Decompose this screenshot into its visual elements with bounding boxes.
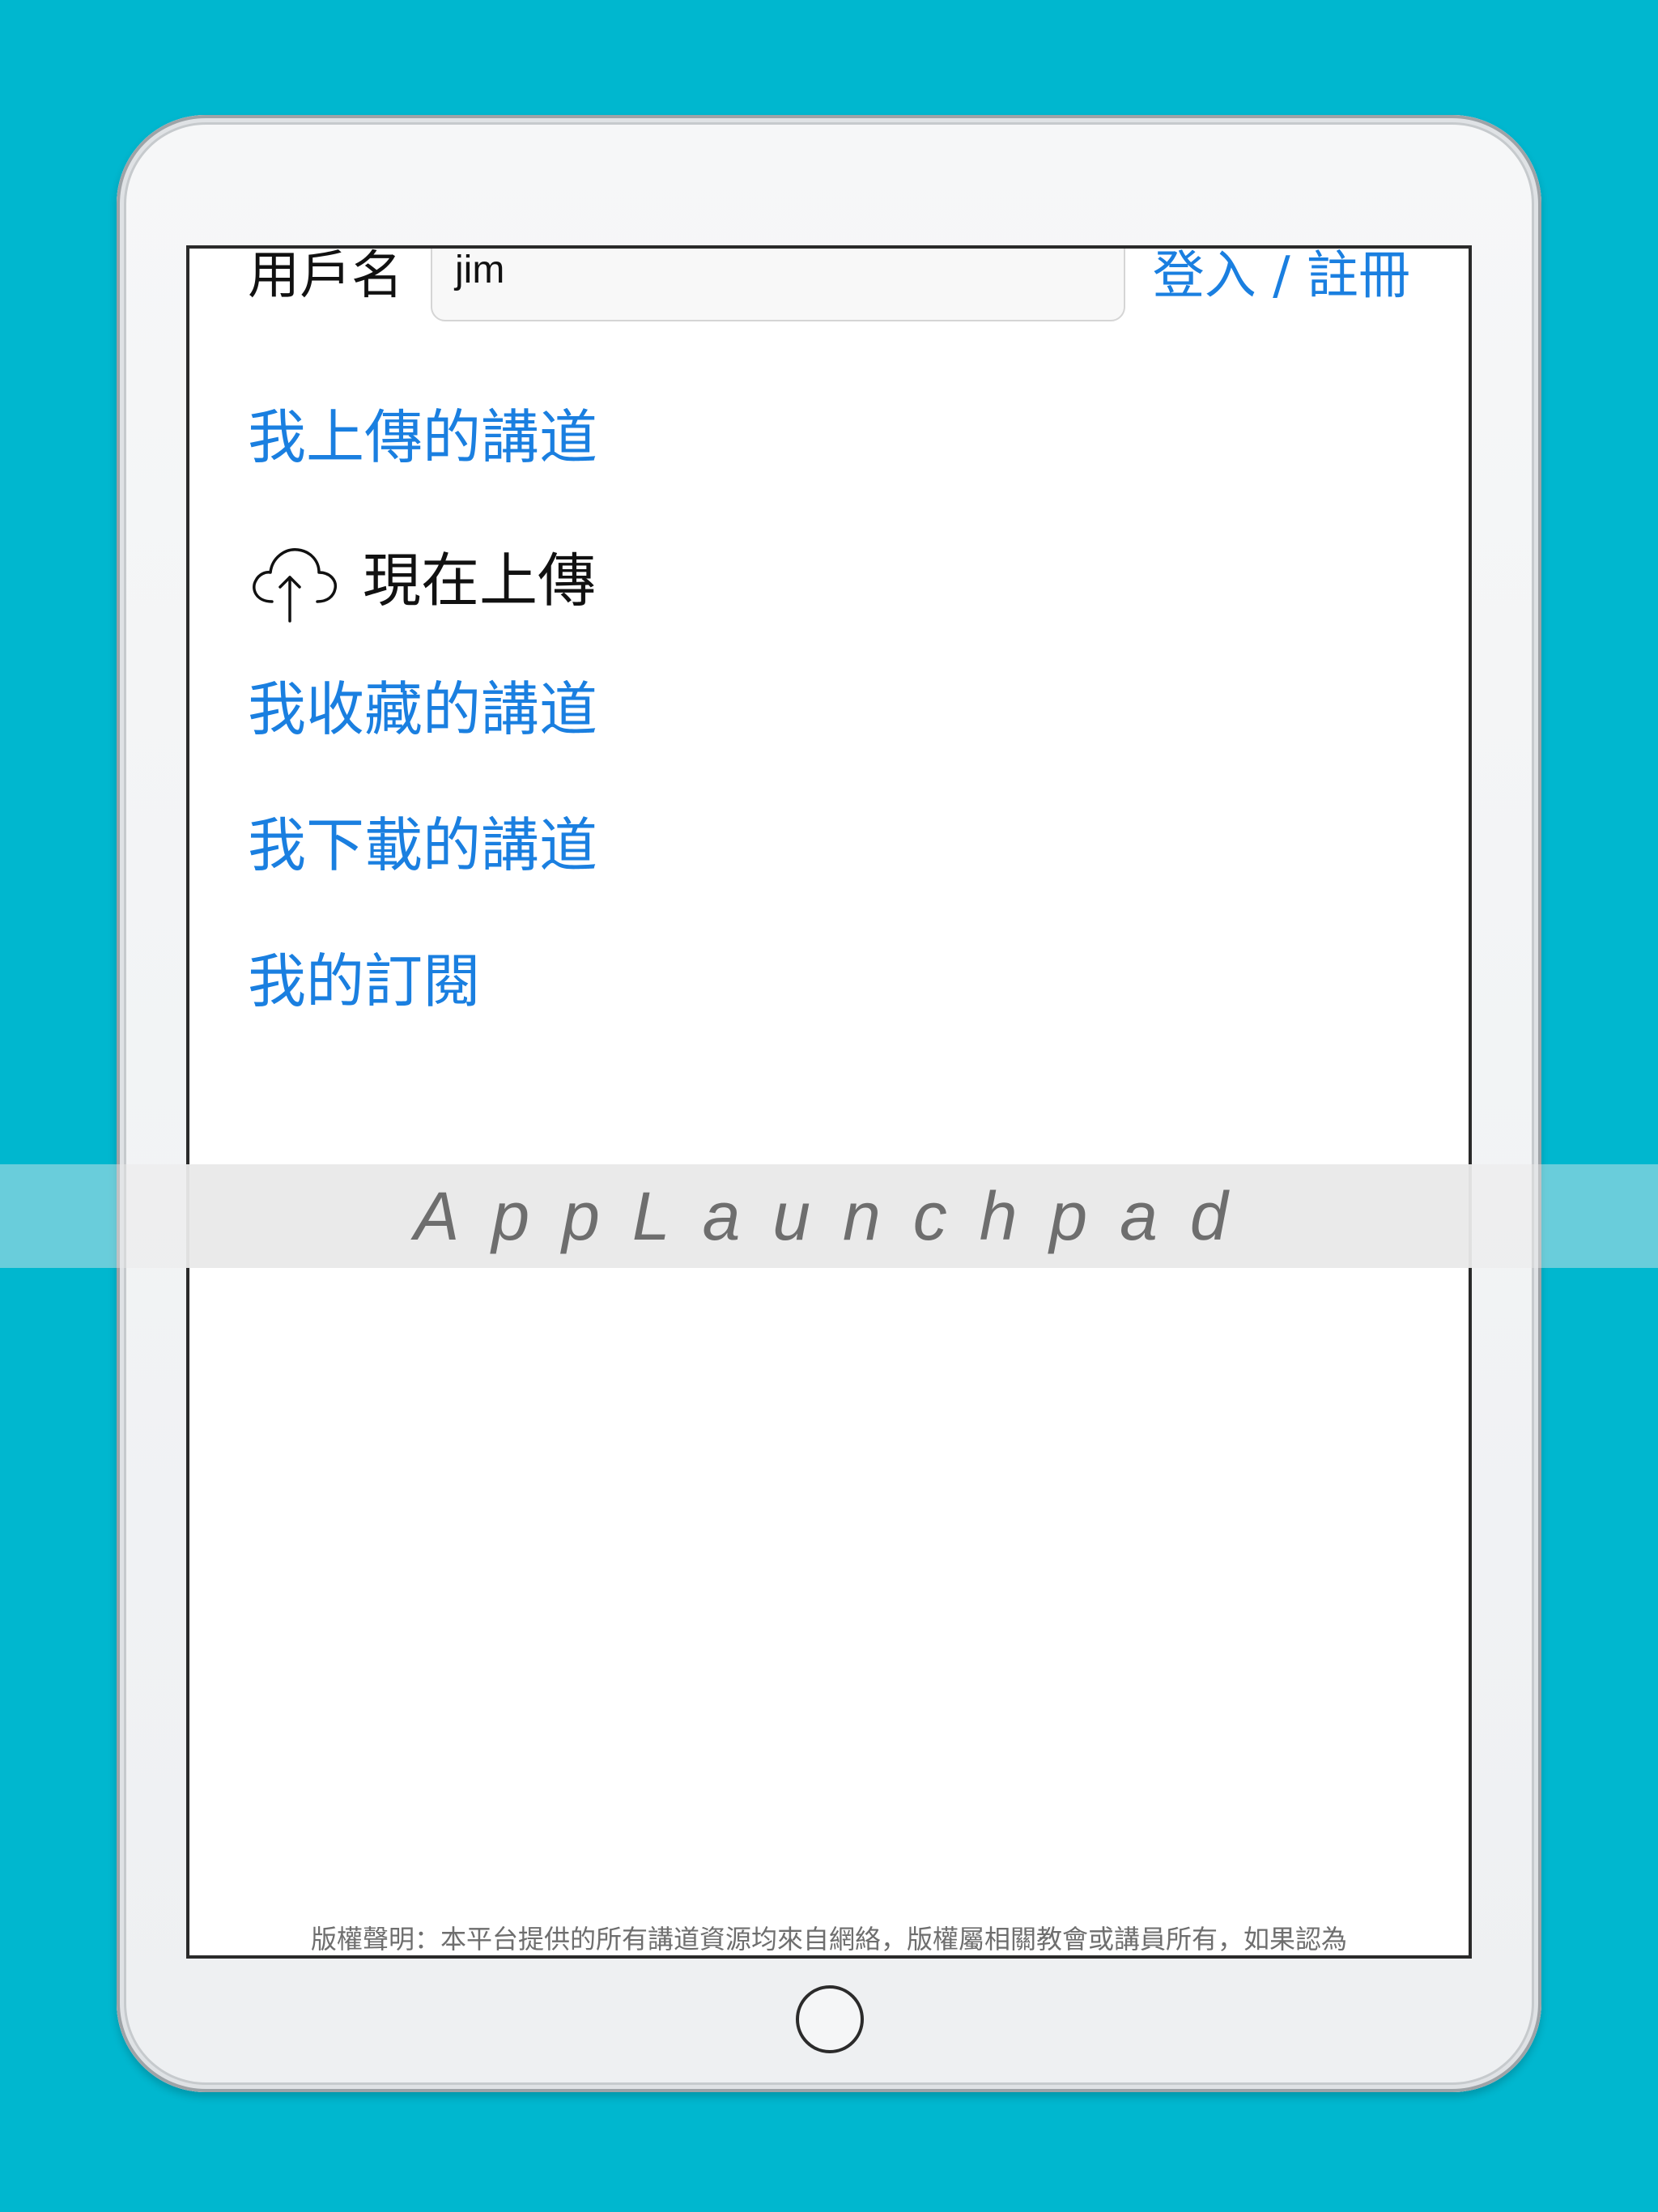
- username-label: 用戶名: [248, 246, 403, 306]
- watermark-text: AppLaunchpad: [414, 1178, 1261, 1254]
- copyright-notice: 版權聲明：本平台提供的所有講道資源均來自網絡，版權屬相關教會或講員所有，如果認為: [310, 1924, 1347, 1955]
- upload-now-label: 現在上傳: [363, 547, 597, 615]
- upload-now-button[interactable]: 現在上傳: [248, 536, 596, 625]
- home-button[interactable]: [796, 1985, 864, 2053]
- my-favorite-sermons-link[interactable]: 我收藏的講道: [248, 673, 597, 746]
- my-subscriptions-link[interactable]: 我的訂閱: [248, 945, 481, 1018]
- cloud-upload-icon: [248, 538, 338, 623]
- app-screen: 用戶名 jim 登入 / 註冊 我上傳的講道 現在上傳 我收藏的講道 我下載的講…: [186, 245, 1472, 1959]
- username-input[interactable]: jim: [431, 249, 1125, 321]
- watermark-band: AppLaunchpad: [0, 1164, 1658, 1268]
- login-bar: 用戶名 jim 登入 / 註冊: [189, 246, 1469, 326]
- my-downloaded-sermons-link[interactable]: 我下載的講道: [248, 809, 597, 882]
- login-register-link[interactable]: 登入 / 註冊: [1153, 249, 1410, 308]
- my-uploaded-sermons-link[interactable]: 我上傳的講道: [248, 401, 597, 474]
